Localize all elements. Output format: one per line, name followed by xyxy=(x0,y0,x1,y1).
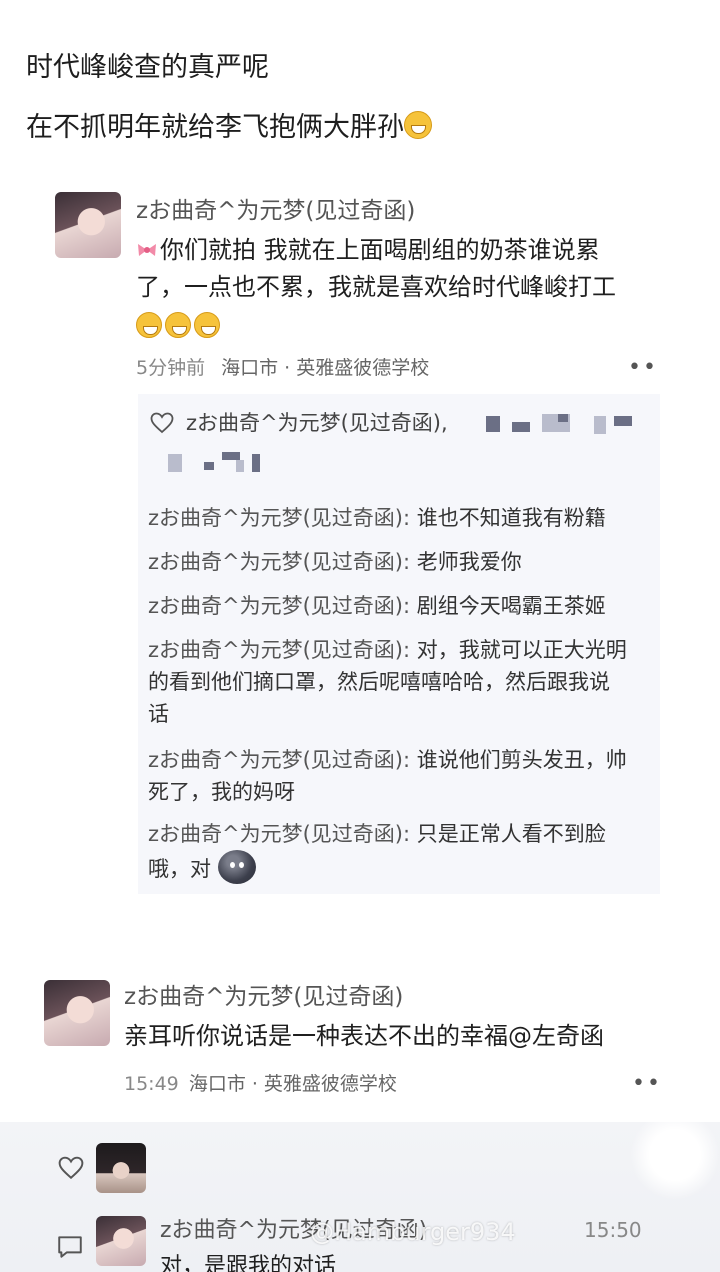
post-text-line-2: 在不抓明年就给李飞抱俩大胖孙 xyxy=(26,110,435,146)
screenshot-page: 时代峰峻查的真严呢 在不抓明年就给李飞抱俩大胖孙 zお曲奇^为元梦(见过奇函) … xyxy=(0,0,720,1272)
light-glare xyxy=(630,1110,720,1200)
reply-item[interactable]: zお曲奇^为元梦(见过奇函): 谁说他们剪头发丑，帅 死了，我的妈呀 xyxy=(148,744,658,808)
reply-item[interactable]: zお曲奇^为元梦(见过奇函): 谁也不知道我有粉籍 xyxy=(148,502,658,534)
grin-emoji-icon xyxy=(165,312,191,338)
comment-location: 海口市 · 英雅盛彼德学校 xyxy=(221,357,430,379)
comment-timestamp: 15:50 xyxy=(584,1218,642,1242)
reply-author[interactable]: zお曲奇^为元梦(见过奇函): xyxy=(148,550,410,574)
reply-text: 只是正常人看不到脸 xyxy=(410,822,606,846)
censored-avatar xyxy=(204,462,214,470)
heart-icon[interactable] xyxy=(58,1156,84,1180)
comment-text-line-1: 你们就拍 我就在上面喝剧组的奶茶谁说累 xyxy=(160,236,600,264)
commenter-avatar[interactable] xyxy=(44,980,110,1046)
comment-bubble-icon[interactable] xyxy=(56,1234,84,1260)
reply-item[interactable]: zお曲奇^为元梦(见过奇函): 剧组今天喝霸王茶姬 xyxy=(148,590,658,622)
reply-item[interactable]: zお曲奇^为元梦(见过奇函): 老师我爱你 xyxy=(148,546,658,578)
reply-text: 对，我就可以正大光明 xyxy=(410,638,627,662)
reply-item[interactable]: zお曲奇^为元梦(见过奇函): 只是正常人看不到脸 哦，对 xyxy=(148,818,658,885)
comment-meta: 15:49 海口市 · 英雅盛彼德学校 xyxy=(124,1071,397,1097)
censored-avatar xyxy=(236,460,244,472)
reply-item[interactable]: zお曲奇^为元梦(见过奇函): 对，我就可以正大光明 的看到他们摘口罩，然后呢嘻… xyxy=(148,634,658,730)
censored-avatar xyxy=(252,454,260,472)
reply-text: 剧组今天喝霸王茶姬 xyxy=(410,594,606,618)
post-text-line-2-text: 在不抓明年就给李飞抱俩大胖孙 xyxy=(26,112,404,143)
heart-icon[interactable] xyxy=(150,412,174,434)
commenter-avatar[interactable] xyxy=(96,1216,146,1266)
watermark: @Hamburger934 xyxy=(310,1218,516,1246)
comment-location: 海口市 · 英雅盛彼德学校 xyxy=(188,1073,397,1095)
liker-avatar[interactable] xyxy=(96,1143,146,1193)
reply-text-cont: 的看到他们摘口罩，然后呢嘻嘻哈哈，然后跟我说 xyxy=(148,670,610,694)
comment-username[interactable]: zお曲奇^为元梦(见过奇函) xyxy=(124,982,403,1012)
reply-author[interactable]: zお曲奇^为元梦(见过奇函): xyxy=(148,506,410,530)
reply-author[interactable]: zお曲奇^为元梦(见过奇函): xyxy=(148,594,410,618)
censored-avatar xyxy=(486,416,500,432)
reply-text-cont: 话 xyxy=(148,702,169,726)
more-options-icon[interactable]: •• xyxy=(632,1073,662,1095)
reply-text: 谁也不知道我有粉籍 xyxy=(410,506,606,530)
grin-emoji-icon xyxy=(136,312,162,338)
censored-avatar xyxy=(614,416,632,426)
comment-meta: 5分钟前 海口市 · 英雅盛彼德学校 xyxy=(136,355,429,381)
bow-icon xyxy=(138,244,156,256)
reply-author[interactable]: zお曲奇^为元梦(见过奇函): xyxy=(148,638,410,662)
comment-username[interactable]: zお曲奇^为元梦(见过奇函) xyxy=(136,196,415,226)
comment-text: 对，是跟我的对话 xyxy=(160,1254,337,1272)
censored-avatar xyxy=(512,422,530,432)
commenter-avatar[interactable] xyxy=(55,192,121,258)
post-text-line-1: 时代峰峻查的真严呢 xyxy=(26,52,269,83)
comment-text-line-2: 了，一点也不累，我就是喜欢给时代峰峻打工 xyxy=(136,273,616,301)
reply-text: 谁说他们剪头发丑，帅 xyxy=(410,748,627,772)
reply-text-cont: 死了，我的妈呀 xyxy=(148,780,295,804)
censored-avatar xyxy=(168,454,182,472)
more-options-icon[interactable]: •• xyxy=(628,357,658,379)
comment-time: 5分钟前 xyxy=(136,357,206,379)
liker-name[interactable]: zお曲奇^为元梦(见过奇函), xyxy=(186,408,448,438)
smile-emoji-icon xyxy=(404,111,432,139)
reply-thread: zお曲奇^为元梦(见过奇函), zお曲奇^为元梦(见过奇函): 谁也不知道我有粉… xyxy=(138,394,660,894)
comment-text: 你们就拍 我就在上面喝剧组的奶茶谁说累 了，一点也不累，我就是喜欢给时代峰峻打工 xyxy=(136,232,696,345)
censored-avatar xyxy=(222,452,240,460)
reply-author[interactable]: zお曲奇^为元梦(见过奇函): xyxy=(148,822,410,846)
reply-author[interactable]: zお曲奇^为元梦(见过奇函): xyxy=(148,748,410,772)
comment-text: 亲耳听你说话是一种表达不出的幸福@左奇函 xyxy=(124,1022,604,1050)
grin-emoji-icon xyxy=(194,312,220,338)
censored-avatar xyxy=(558,414,568,422)
blob-emoji-icon xyxy=(217,850,256,884)
comment-time: 15:49 xyxy=(124,1073,179,1095)
censored-avatar xyxy=(594,416,606,434)
reply-text-cont: 哦，对 xyxy=(148,857,211,881)
reply-text: 老师我爱你 xyxy=(410,550,522,574)
